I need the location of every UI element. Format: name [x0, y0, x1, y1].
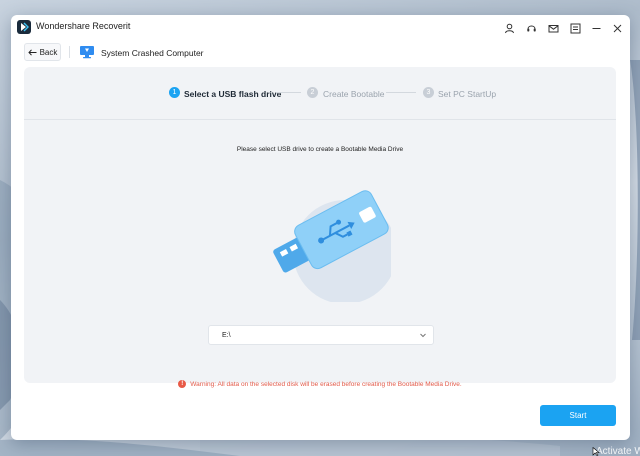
step-3-number: 3	[423, 87, 434, 98]
step-1-label: Select a USB flash drive	[184, 89, 282, 99]
usb-drive-illustration	[273, 190, 391, 302]
minimize-icon[interactable]	[588, 20, 604, 36]
header-divider	[69, 46, 70, 58]
activate-windows-watermark: Activate Wi	[596, 446, 640, 456]
page-title: System Crashed Computer	[101, 48, 204, 58]
step-3-label: Set PC StartUp	[438, 89, 497, 99]
computer-icon	[80, 46, 94, 59]
app-title: Wondershare Recoverit	[36, 21, 131, 31]
arrow-left-icon	[27, 48, 37, 56]
mouse-cursor-icon	[592, 447, 600, 456]
step-connector	[386, 92, 416, 93]
title-bar: Wondershare Recoverit	[11, 15, 630, 41]
warning-message: ! Warning: All data on the selected disk…	[24, 380, 616, 388]
step-progress: 1 Select a USB flash drive 2 Create Boot…	[24, 67, 616, 119]
back-button[interactable]: Back	[24, 43, 61, 61]
app-window: Wondershare Recoverit Back System Crashe…	[11, 15, 630, 440]
chevron-down-icon	[420, 333, 426, 338]
warning-text: Warning: All data on the selected disk w…	[190, 380, 462, 388]
main-panel: 1 Select a USB flash drive 2 Create Boot…	[24, 67, 616, 388]
start-button[interactable]: Start	[540, 405, 616, 426]
back-button-label: Back	[39, 47, 58, 57]
step-2-number: 2	[307, 87, 318, 98]
app-logo-icon	[17, 20, 31, 34]
steps-divider	[24, 119, 616, 120]
drive-select-value: E:\	[222, 332, 231, 339]
drive-select-dropdown[interactable]: E:\	[208, 325, 434, 345]
mail-icon[interactable]	[545, 20, 561, 36]
step-2-label: Create Bootable	[323, 89, 385, 99]
instruction-text: Please select USB drive to create a Boot…	[236, 146, 404, 153]
close-icon[interactable]	[609, 20, 625, 36]
warning-icon: !	[178, 380, 187, 388]
step-1-number: 1	[169, 87, 180, 98]
menu-icon[interactable]	[567, 20, 583, 36]
step-connector	[276, 92, 301, 93]
user-icon[interactable]	[501, 20, 517, 36]
headset-icon[interactable]	[523, 20, 539, 36]
